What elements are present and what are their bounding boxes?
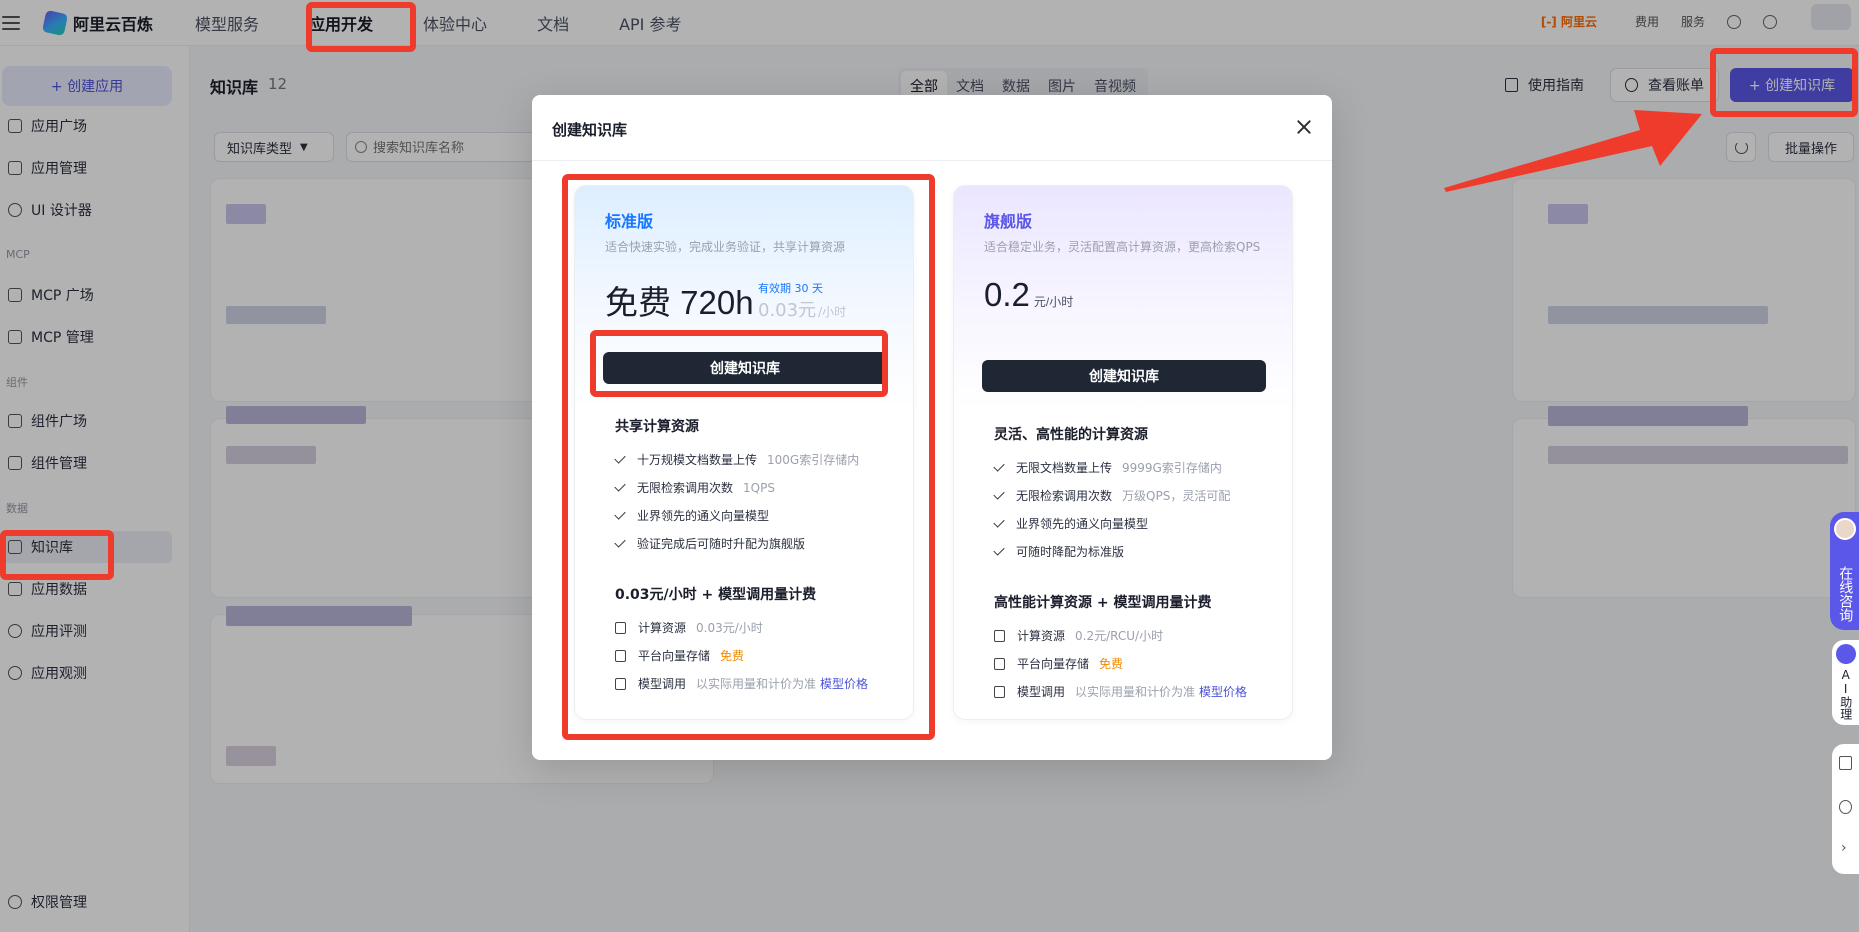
feature-item: 可随时降配为标准版 — [993, 543, 1125, 560]
annotation-arrow — [1444, 110, 1702, 192]
billing-item: 计算资源 0.2元/RCU/小时 — [994, 627, 1163, 644]
feature-text: 无限检索调用次数 — [1016, 489, 1113, 503]
consult-label: 在线咨询 — [1837, 566, 1854, 622]
model-price-link[interactable]: 模型价格 — [1199, 683, 1247, 700]
billing-value: 0.2元/RCU/小时 — [1075, 629, 1164, 643]
feature-sub: 9999G索引存储内 — [1122, 461, 1222, 475]
check-icon — [993, 488, 1005, 500]
billing-label: 平台向量存储 — [1017, 657, 1090, 671]
close-icon[interactable] — [1292, 115, 1316, 139]
chart-icon — [994, 629, 1005, 642]
modal-title: 创建知识库 — [552, 121, 628, 139]
plan-card-flagship: 旗舰版 适合稳定业务，灵活配置高计算资源，更高检索QPS 0.2 元/小时 创建知… — [953, 185, 1293, 720]
feature-text: 业界领先的通义向量模型 — [1016, 517, 1149, 531]
document-icon[interactable] — [1839, 756, 1852, 770]
section-title: 灵活、高性能的计算资源 — [994, 427, 1148, 443]
billing-value: 以实际用量和计价为准 — [1075, 685, 1196, 699]
modal-header: 创建知识库 — [532, 95, 1332, 161]
feature-sub: 万级QPS，灵活可配 — [1122, 489, 1231, 503]
check-icon — [993, 460, 1005, 472]
billing-item: 平台向量存储 免费 — [994, 655, 1123, 672]
ai-assistant-label: AI助理 — [1838, 668, 1853, 720]
feature-text: 无限文档数量上传 — [1016, 461, 1113, 475]
annotation-box-nav — [306, 2, 416, 52]
plan-price: 0.2 元/小时 — [984, 276, 1073, 314]
ai-star-icon — [1835, 644, 1856, 664]
annotation-box-create-button — [590, 330, 888, 397]
floating-tools: › — [1832, 744, 1859, 874]
check-icon — [993, 516, 1005, 528]
ai-assistant-button[interactable]: AI助理 — [1832, 640, 1859, 725]
plan-description: 适合稳定业务，灵活配置高计算资源，更高检索QPS — [984, 240, 1261, 254]
plan-price-unit: 元/小时 — [1033, 295, 1074, 309]
billing-label: 计算资源 — [1017, 629, 1066, 643]
feature-item: 无限文档数量上传 9999G索引存储内 — [993, 459, 1222, 476]
billing-item: 模型调用 以实际用量和计价为准 模型价格 — [994, 683, 1247, 700]
chevron-right-icon[interactable]: › — [1841, 840, 1847, 856]
smile-icon[interactable] — [1839, 800, 1852, 814]
storage-icon — [994, 657, 1005, 670]
section-title: 高性能计算资源 + 模型调用量计费 — [994, 595, 1212, 611]
billing-label: 模型调用 — [1017, 685, 1066, 699]
feature-item: 无限检索调用次数 万级QPS，灵活可配 — [993, 487, 1231, 504]
feature-text: 可随时降配为标准版 — [1016, 545, 1125, 559]
create-flagship-kb-button[interactable]: 创建知识库 — [982, 360, 1266, 392]
model-icon — [994, 685, 1005, 698]
plan-name: 旗舰版 — [984, 212, 1033, 231]
annotation-box-sidebar-kb — [0, 530, 114, 580]
annotation-box-standard-plan — [562, 174, 935, 740]
feature-item: 业界领先的通义向量模型 — [993, 515, 1149, 532]
billing-value: 免费 — [1099, 657, 1124, 671]
check-icon — [993, 544, 1005, 556]
plan-price-value: 0.2 — [984, 276, 1030, 313]
consultant-avatar — [1834, 518, 1856, 540]
